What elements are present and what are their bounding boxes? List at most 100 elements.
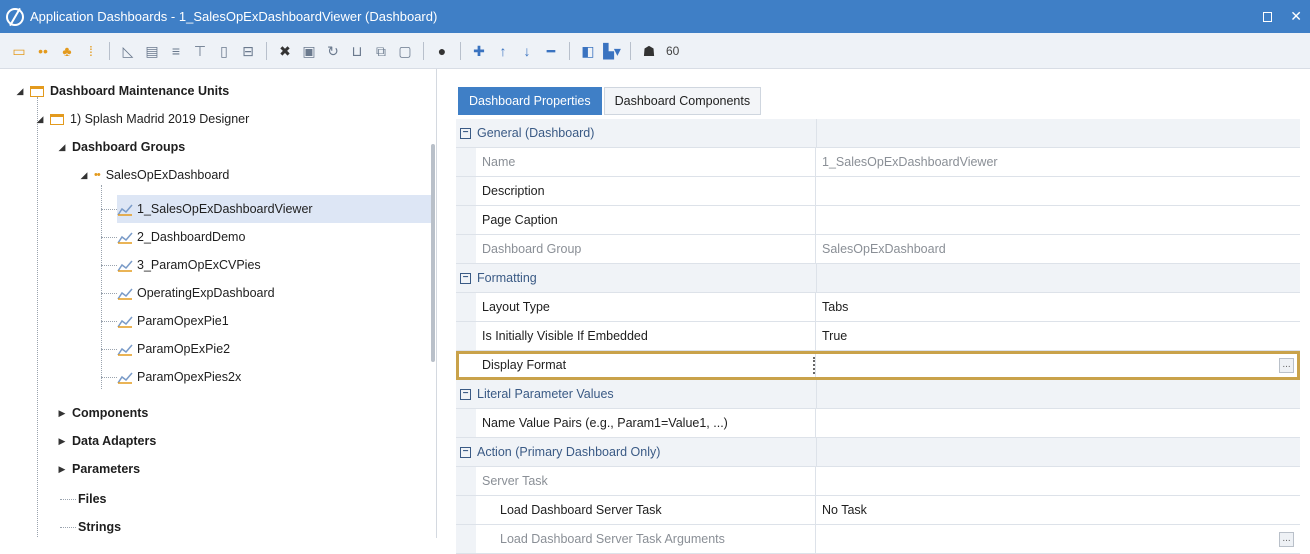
group-dots-icon: •• [94, 169, 101, 181]
category-formatting[interactable]: − Formatting [456, 264, 1300, 293]
tab-dashboard-components[interactable]: Dashboard Components [603, 87, 762, 115]
toolbar: ▭ •• ♣ ⁞ ◺ ▤ ≡ ⊤ ▯ ⊟ ✖ ▣ ↻ ⊔ ⧉ ▢ ● ✚ ↑ ↓… [0, 33, 1310, 69]
category-label: Action (Primary Dashboard Only) [477, 445, 661, 459]
dashboard-chart-icon [117, 343, 133, 356]
remove-icon[interactable]: ━ [542, 42, 560, 60]
property-value[interactable] [816, 409, 1300, 437]
property-value[interactable] [816, 351, 1300, 379]
view-icon[interactable]: ◧ [579, 42, 597, 60]
tree-panel: ◢ Dashboard Maintenance Units ◢ 1) Splas… [0, 69, 437, 538]
category-general[interactable]: − General (Dashboard) [456, 119, 1300, 148]
save-icon[interactable]: ⊔ [348, 42, 366, 60]
refresh-icon[interactable]: ↻ [324, 42, 342, 60]
move-down-icon[interactable]: ↓ [518, 42, 536, 60]
object-lookup-icon[interactable]: ☗ [640, 42, 658, 60]
tree-node-dashboard[interactable]: 3_ParamOpExCVPies [117, 251, 261, 279]
tree-icon[interactable]: ⁞ [82, 42, 100, 60]
expand-caret-icon[interactable]: ▶ [56, 436, 68, 447]
tab-dashboard-properties[interactable]: Dashboard Properties [458, 87, 602, 115]
property-row-name-value-pairs[interactable]: Name Value Pairs (e.g., Param1=Value1, .… [456, 409, 1300, 438]
expand-caret-icon[interactable]: ▶ [56, 464, 68, 475]
add-icon[interactable]: ✚ [470, 42, 488, 60]
property-row-load-server-task[interactable]: Load Dashboard Server Task No Task [456, 496, 1300, 525]
tree-connector [101, 237, 117, 238]
tree-node-strings[interactable]: Strings [78, 513, 121, 538]
property-row-dashboard-group[interactable]: Dashboard Group SalesOpExDashboard [456, 235, 1300, 264]
copy-icon[interactable]: ⧉ [372, 42, 390, 60]
property-value[interactable] [816, 177, 1300, 205]
move-up-icon[interactable]: ↑ [494, 42, 512, 60]
collapse-icon[interactable]: − [460, 446, 471, 458]
search-icon[interactable]: ● [433, 42, 451, 60]
ellipsis-button[interactable]: ... [1279, 358, 1294, 373]
tree-node-label: SalesOpExDashboard [105, 168, 230, 182]
collapse-caret-icon[interactable]: ◢ [78, 170, 90, 181]
filter-icon[interactable]: ⊤ [191, 42, 209, 60]
collapse-icon[interactable]: − [460, 127, 471, 139]
tree-node-dashboard[interactable]: ParamOpexPie1 [117, 307, 229, 335]
tree-node-group[interactable]: ◢ •• SalesOpExDashboard [78, 161, 230, 189]
delete-icon[interactable]: ✖ [276, 42, 294, 60]
toolbar-label-60[interactable]: 60 [666, 44, 679, 58]
property-value[interactable] [816, 525, 1300, 553]
collapse-caret-icon[interactable]: ◢ [34, 114, 46, 125]
close-icon[interactable]: ✕ [1290, 8, 1302, 25]
tree-node-data-adapters[interactable]: ▶ Data Adapters [56, 427, 157, 455]
subcategory-server-task[interactable]: Server Task [456, 467, 1300, 496]
paste-icon[interactable]: ▢ [396, 42, 414, 60]
property-label: Display Format [456, 351, 816, 379]
tree-node-unit[interactable]: ◢ 1) Splash Madrid 2019 Designer [34, 105, 250, 133]
table-icon[interactable]: ⊟ [239, 42, 257, 60]
tree-node-dashboard-groups[interactable]: ◢ Dashboard Groups [56, 133, 186, 161]
tree-scrollbar[interactable] [431, 144, 435, 362]
window-title: Application Dashboards - 1_SalesOpExDash… [30, 9, 438, 24]
property-label: Name Value Pairs (e.g., Param1=Value1, .… [456, 409, 816, 437]
category-label: Literal Parameter Values [477, 387, 614, 401]
ellipsis-button[interactable]: ... [1279, 532, 1294, 547]
tree-node-dashboard[interactable]: OperatingExpDashboard [117, 279, 275, 307]
expand-caret-icon[interactable]: ▶ [56, 408, 68, 419]
property-value[interactable]: No Task [816, 496, 1300, 524]
tree-node-dashboard[interactable]: 2_DashboardDemo [117, 223, 245, 251]
property-value[interactable] [816, 206, 1300, 234]
hierarchy-icon[interactable]: ♣ [58, 42, 76, 60]
collapse-caret-icon[interactable]: ◢ [56, 142, 68, 153]
property-row-initially-visible[interactable]: Is Initially Visible If Embedded True [456, 322, 1300, 351]
chart-icon[interactable]: ◺ [119, 42, 137, 60]
chart-dropdown-icon[interactable]: ▙▾ [603, 42, 621, 60]
property-value[interactable]: Tabs [816, 293, 1300, 321]
folder-icon[interactable]: ▭ [10, 42, 28, 60]
toolbar-separator [630, 41, 631, 60]
category-action[interactable]: − Action (Primary Dashboard Only) [456, 438, 1300, 467]
property-value[interactable]: True [816, 322, 1300, 350]
group-icon[interactable]: •• [34, 42, 52, 60]
list-icon[interactable]: ≡ [167, 42, 185, 60]
collapse-icon[interactable]: − [460, 272, 471, 284]
property-row-description[interactable]: Description [456, 177, 1300, 206]
column-splitter[interactable] [813, 357, 816, 374]
tree-connector [60, 499, 76, 500]
tree-node-root[interactable]: ◢ Dashboard Maintenance Units [14, 77, 230, 105]
property-row-layout-type[interactable]: Layout Type Tabs [456, 293, 1300, 322]
property-row-page-caption[interactable]: Page Caption [456, 206, 1300, 235]
property-row-name[interactable]: Name 1_SalesOpExDashboardViewer [456, 148, 1300, 177]
grid-icon[interactable]: ▤ [143, 42, 161, 60]
collapse-icon[interactable]: − [460, 388, 471, 400]
restore-icon[interactable] [1263, 11, 1273, 22]
property-row-load-task-arguments[interactable]: Load Dashboard Server Task Arguments ... [456, 525, 1300, 554]
property-label: Name [456, 148, 816, 176]
tree-node-parameters[interactable]: ▶ Parameters [56, 455, 141, 483]
tree-node-components[interactable]: ▶ Components [56, 399, 149, 427]
category-literal-parameters[interactable]: − Literal Parameter Values [456, 380, 1300, 409]
rename-icon[interactable]: ▣ [300, 42, 318, 60]
tree-node-dashboard[interactable]: ParamOpexPies2x [117, 363, 241, 391]
tree-node-dashboard[interactable]: ParamOpExPie2 [117, 335, 230, 363]
dashboard-chart-icon [117, 259, 133, 272]
tree-node-dashboard[interactable]: 1_SalesOpExDashboardViewer [117, 195, 431, 223]
document-icon[interactable]: ▯ [215, 42, 233, 60]
collapse-caret-icon[interactable]: ◢ [14, 86, 26, 97]
tree-node-label: Strings [78, 520, 122, 534]
property-row-display-format[interactable]: Display Format ... [456, 351, 1300, 380]
tree-node-files[interactable]: Files [78, 485, 107, 513]
tree-connector [60, 527, 76, 528]
